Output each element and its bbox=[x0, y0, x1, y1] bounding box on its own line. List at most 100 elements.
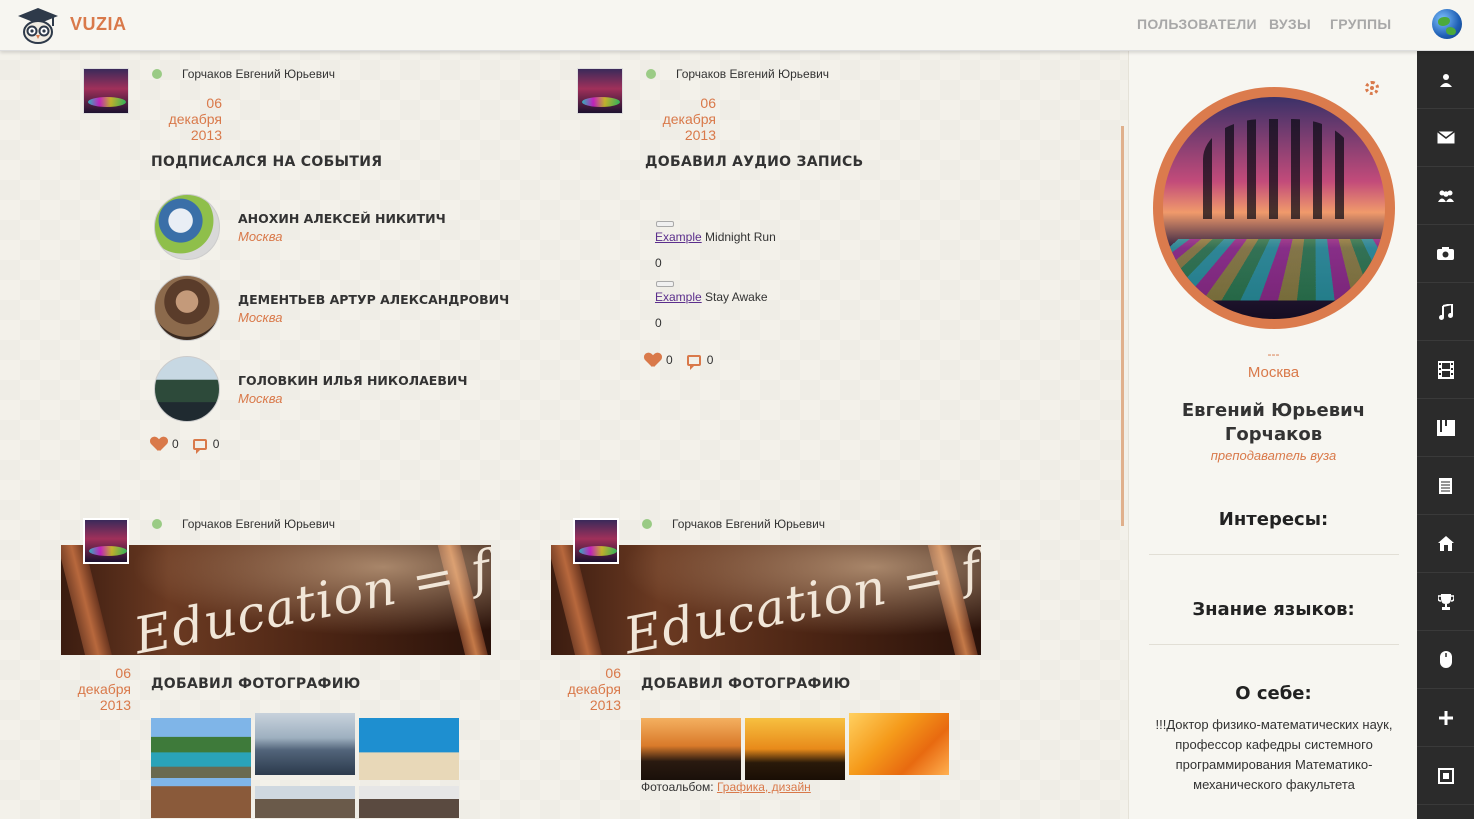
audio-play-button[interactable] bbox=[656, 221, 674, 227]
date-year: 2013 bbox=[142, 127, 222, 143]
mouse-icon[interactable] bbox=[1417, 631, 1474, 689]
post-author[interactable]: Горчаков Евгений Юрьевич bbox=[182, 517, 335, 531]
document-icon[interactable] bbox=[1417, 457, 1474, 515]
brand-name[interactable]: VUZIA bbox=[70, 14, 127, 35]
plus-icon[interactable] bbox=[1417, 689, 1474, 747]
person-city: Москва bbox=[238, 310, 282, 325]
feed-scrollbar[interactable] bbox=[1121, 126, 1124, 526]
post-author[interactable]: Горчаков Евгений Юрьевич bbox=[676, 67, 829, 81]
gear-icon[interactable] bbox=[1365, 81, 1379, 95]
person-name[interactable]: ГОЛОВКИН ИЛЬЯ НИКОЛАЕВИЧ bbox=[238, 373, 467, 388]
date-year: 2013 bbox=[51, 697, 131, 713]
post-date: 06 декабря 2013 bbox=[51, 665, 131, 713]
photo-thumbnail[interactable] bbox=[745, 718, 845, 780]
profile-name: Евгений Юрьевич Горчаков bbox=[1169, 399, 1378, 447]
photo-album-info: Фотоальбом: Графика, дизайн bbox=[641, 780, 811, 794]
photo-thumbnail[interactable] bbox=[151, 778, 251, 818]
photo-thumbnail[interactable] bbox=[359, 718, 459, 780]
about-text: !!!Доктор физико-математических наук, пр… bbox=[1155, 715, 1393, 795]
icon-sidebar bbox=[1417, 51, 1474, 819]
online-status-icon bbox=[646, 69, 656, 79]
home-icon[interactable] bbox=[1417, 515, 1474, 573]
person-avatar[interactable] bbox=[154, 194, 220, 260]
person-name[interactable]: АНОХИН АЛЕКСЕЙ НИКИТИЧ bbox=[238, 211, 446, 226]
post-author[interactable]: Горчаков Евгений Юрьевич bbox=[182, 67, 335, 81]
date-month: декабря bbox=[142, 111, 222, 127]
author-avatar[interactable] bbox=[83, 518, 129, 564]
heart-icon[interactable] bbox=[645, 353, 661, 367]
divider bbox=[1149, 644, 1399, 645]
date-year: 2013 bbox=[541, 697, 621, 713]
album-link[interactable]: Графика, дизайн bbox=[717, 780, 811, 794]
heart-icon[interactable] bbox=[151, 437, 167, 451]
author-avatar[interactable] bbox=[577, 68, 623, 114]
book-icon[interactable] bbox=[1417, 399, 1474, 457]
languages-heading: Знание языков: bbox=[1129, 599, 1417, 620]
post-date: 06 декабря 2013 bbox=[142, 95, 222, 143]
date-day: 06 bbox=[142, 95, 222, 111]
photo-thumbnail[interactable] bbox=[641, 718, 741, 780]
date-year: 2013 bbox=[636, 127, 716, 143]
group-icon[interactable] bbox=[1417, 167, 1474, 225]
fullscreen-icon[interactable] bbox=[1417, 747, 1474, 805]
date-month: декабря bbox=[541, 681, 621, 697]
audio-artist-link[interactable]: Example bbox=[655, 230, 702, 244]
person-avatar[interactable] bbox=[154, 356, 220, 422]
audio-play-button[interactable] bbox=[656, 281, 674, 287]
comments-count: 0 bbox=[707, 353, 714, 367]
nav-universities[interactable]: ВУЗЫ bbox=[1269, 16, 1311, 32]
photo-thumbnail[interactable] bbox=[151, 718, 251, 780]
date-day: 06 bbox=[51, 665, 131, 681]
audio-track: Example Stay Awake bbox=[655, 290, 768, 304]
trophy-icon[interactable] bbox=[1417, 573, 1474, 631]
camera-icon[interactable] bbox=[1417, 225, 1474, 283]
post-action: ДОБАВИЛ ФОТОГРАФИЮ bbox=[151, 676, 360, 692]
activity-feed[interactable]: Горчаков Евгений Юрьевич 06 декабря 2013… bbox=[0, 51, 1128, 819]
audio-title: Stay Awake bbox=[705, 290, 767, 304]
post-action: ДОБАВИЛ ФОТОГРАФИЮ bbox=[641, 676, 850, 692]
mail-icon[interactable] bbox=[1417, 109, 1474, 167]
user-icon[interactable] bbox=[1417, 51, 1474, 109]
profile-sidebar: --- Москва Евгений Юрьевич Горчаков преп… bbox=[1128, 51, 1417, 819]
avatar-figures bbox=[1203, 119, 1353, 219]
author-avatar[interactable] bbox=[573, 518, 619, 564]
person-avatar[interactable] bbox=[154, 275, 220, 341]
online-status-icon bbox=[642, 519, 652, 529]
music-icon[interactable] bbox=[1417, 283, 1474, 341]
post-stats: 0 0 bbox=[645, 353, 713, 367]
audio-count: 0 bbox=[655, 256, 662, 270]
audio-track: Example Midnight Run bbox=[655, 230, 776, 244]
photo-thumbnail[interactable] bbox=[255, 713, 355, 775]
date-month: декабря bbox=[51, 681, 131, 697]
avatar-floor bbox=[1153, 239, 1395, 301]
owl-logo-icon[interactable] bbox=[16, 4, 60, 44]
likes-count: 0 bbox=[172, 437, 179, 451]
photo-thumbnail[interactable] bbox=[849, 713, 949, 775]
comment-icon[interactable] bbox=[193, 439, 207, 450]
photo-thumbnail[interactable] bbox=[255, 786, 355, 818]
person-name[interactable]: ДЕМЕНТЬЕВ АРТУР АЛЕКСАНДРОВИЧ bbox=[238, 292, 509, 307]
post-action: ДОБАВИЛ АУДИО ЗАПИСЬ bbox=[645, 154, 864, 170]
likes-count: 0 bbox=[666, 353, 673, 367]
profile-city: Москва bbox=[1129, 364, 1417, 381]
audio-count: 0 bbox=[655, 316, 662, 330]
film-icon[interactable] bbox=[1417, 341, 1474, 399]
profile-avatar[interactable] bbox=[1153, 87, 1395, 329]
author-avatar[interactable] bbox=[83, 68, 129, 114]
nav-groups[interactable]: ГРУППЫ bbox=[1330, 16, 1391, 32]
globe-icon[interactable] bbox=[1432, 9, 1462, 39]
photo-thumbnail[interactable] bbox=[359, 786, 459, 818]
divider bbox=[1149, 554, 1399, 555]
nav-users[interactable]: ПОЛЬЗОВАТЕЛИ bbox=[1137, 16, 1257, 32]
comments-count: 0 bbox=[213, 437, 220, 451]
post-author[interactable]: Горчаков Евгений Юрьевич bbox=[672, 517, 825, 531]
profile-role: преподаватель вуза bbox=[1129, 448, 1417, 463]
album-label: Фотоальбом: bbox=[641, 780, 714, 794]
interests-heading: Интересы: bbox=[1129, 509, 1417, 530]
audio-artist-link[interactable]: Example bbox=[655, 290, 702, 304]
comment-icon[interactable] bbox=[687, 355, 701, 366]
date-day: 06 bbox=[636, 95, 716, 111]
date-month: декабря bbox=[636, 111, 716, 127]
post-date: 06 декабря 2013 bbox=[636, 95, 716, 143]
online-status-icon bbox=[152, 69, 162, 79]
